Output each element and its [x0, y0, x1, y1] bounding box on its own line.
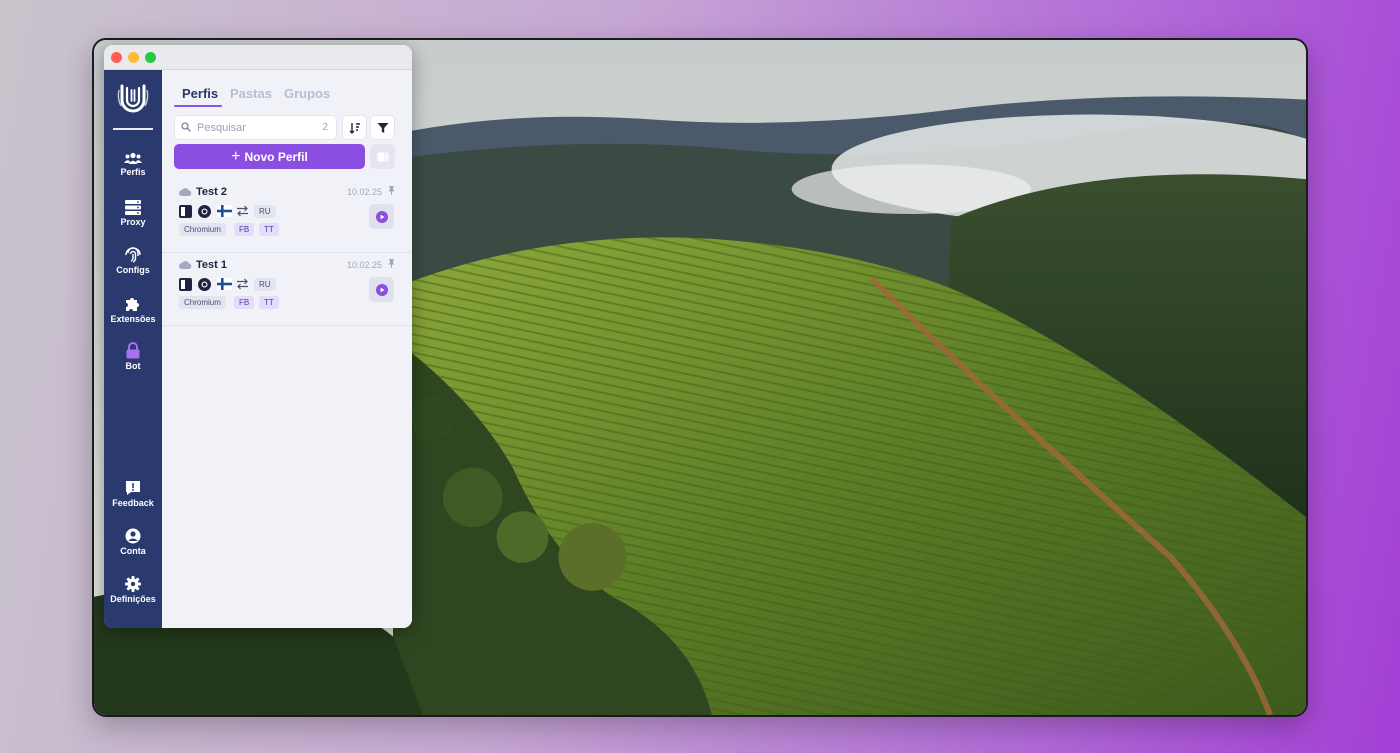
sidebar-item-label: Definições [110, 594, 156, 604]
launch-profile-button[interactable] [369, 277, 394, 302]
proxy-swap-icon [237, 278, 248, 290]
app-window: Perfis Proxy Configs Extensões Bot Feedb… [104, 45, 412, 628]
sidebar-item-label: Extensões [110, 314, 156, 324]
profile-date: 10.02.25 [346, 187, 382, 197]
sidebar-item-label: Conta [120, 546, 146, 556]
filter-button[interactable] [370, 115, 395, 140]
new-profile-button[interactable]: + Novo Perfil [174, 144, 365, 169]
sidebar-item-label: Configs [116, 265, 150, 275]
close-window-button[interactable] [111, 52, 122, 63]
filter-icon [377, 122, 388, 133]
puzzle-icon [126, 298, 139, 311]
tag-chip: FB [234, 296, 255, 309]
profiles-panel: Perfis Pastas Grupos 2 [162, 70, 412, 628]
sidebar-item-label: Bot [125, 361, 141, 371]
country-badge: RU [254, 205, 276, 218]
finland-flag-icon [217, 205, 232, 217]
users-icon [124, 152, 142, 164]
fingerprint-icon [125, 247, 141, 263]
sidebar-item-definicoes[interactable]: Definições [104, 576, 162, 605]
tag-chip: Chromium [179, 296, 226, 309]
tag-chip: TT [259, 223, 279, 236]
sidebar-item-label: Perfis [120, 167, 146, 177]
tag-chip: FB [234, 223, 255, 236]
sidebar-divider [113, 128, 153, 130]
window-icon [179, 205, 192, 218]
finland-flag-icon [217, 278, 232, 290]
profile-name: Test 2 [196, 186, 227, 198]
cloud-icon [179, 188, 192, 196]
play-icon [375, 283, 388, 296]
sidebar-item-configs[interactable]: Configs [104, 247, 162, 276]
panel-toggle-icon [377, 152, 388, 161]
plus-icon: + [231, 147, 241, 165]
chrome-icon [198, 278, 211, 291]
sidebar-item-proxy[interactable]: Proxy [104, 200, 162, 228]
tab-pastas[interactable]: Pastas [230, 86, 272, 101]
chrome-icon [198, 205, 211, 218]
sidebar-item-perfis[interactable]: Perfis [104, 152, 162, 178]
window-icon [179, 278, 192, 291]
account-icon [125, 528, 141, 544]
sidebar-item-extensoes[interactable]: Extensões [104, 296, 162, 325]
profile-name: Test 1 [196, 259, 227, 271]
sort-button[interactable] [342, 115, 367, 140]
sidebar-item-bot[interactable]: Bot [104, 342, 162, 372]
grid-view-button[interactable] [370, 144, 395, 169]
sidebar-item-feedback[interactable]: Feedback [104, 480, 162, 509]
lock-icon [126, 342, 140, 359]
profile-count: 2 [322, 122, 328, 133]
desktop: Perfis Proxy Configs Extensões Bot Feedb… [92, 38, 1308, 717]
sidebar: Perfis Proxy Configs Extensões Bot Feedb… [104, 70, 162, 628]
profile-row[interactable]: Test 2 10.02.25 RU Chromium FB TT [162, 181, 412, 253]
profile-date: 10.02.25 [346, 260, 382, 270]
pin-icon[interactable] [388, 259, 395, 270]
cloud-icon [179, 261, 192, 269]
gear-icon [125, 576, 141, 592]
sort-icon [349, 122, 360, 134]
new-profile-label: Novo Perfil [244, 149, 308, 164]
tab-perfis[interactable]: Perfis [182, 86, 218, 101]
proxy-swap-icon [237, 205, 248, 217]
sidebar-item-label: Proxy [120, 217, 146, 227]
active-tab-indicator [174, 105, 222, 107]
search-input[interactable] [197, 116, 307, 139]
maximize-window-button[interactable] [145, 52, 156, 63]
country-badge: RU [254, 278, 276, 291]
play-icon [375, 210, 388, 223]
minimize-window-button[interactable] [128, 52, 139, 63]
profile-row[interactable]: Test 1 10.02.25 RU Chromium FB TT [162, 254, 412, 326]
pin-icon[interactable] [388, 186, 395, 197]
server-icon [125, 200, 141, 215]
tag-chip: Chromium [179, 223, 226, 236]
window-titlebar [104, 45, 412, 70]
sidebar-item-label: Feedback [112, 498, 154, 508]
sidebar-item-conta[interactable]: Conta [104, 528, 162, 557]
search-box[interactable]: 2 [174, 115, 337, 140]
tag-chip: TT [259, 296, 279, 309]
launch-profile-button[interactable] [369, 204, 394, 229]
tab-grupos[interactable]: Grupos [284, 86, 330, 101]
feedback-icon [126, 481, 140, 495]
app-logo-icon [117, 84, 149, 113]
search-icon [181, 122, 191, 132]
